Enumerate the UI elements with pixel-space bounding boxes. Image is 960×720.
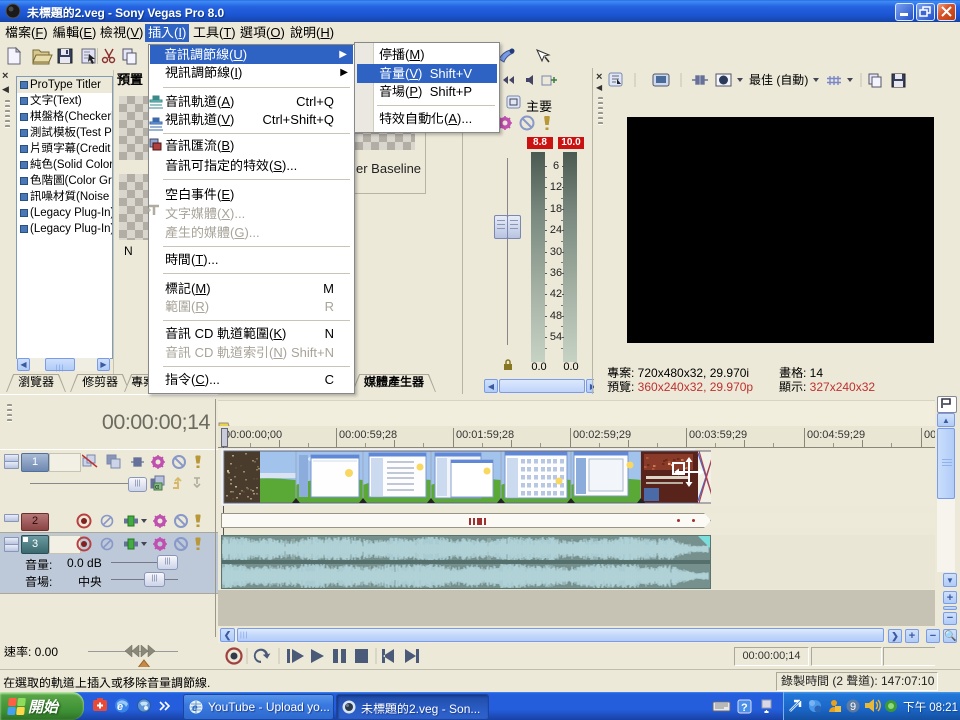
svg-text:e: e: [117, 701, 123, 713]
svg-text:最佳 (自動): 最佳 (自動): [749, 73, 808, 87]
svg-text:?: ?: [741, 702, 748, 714]
svg-text:e: e: [192, 703, 198, 714]
svg-text:α: α: [155, 484, 159, 491]
svg-text:9: 9: [850, 701, 856, 713]
